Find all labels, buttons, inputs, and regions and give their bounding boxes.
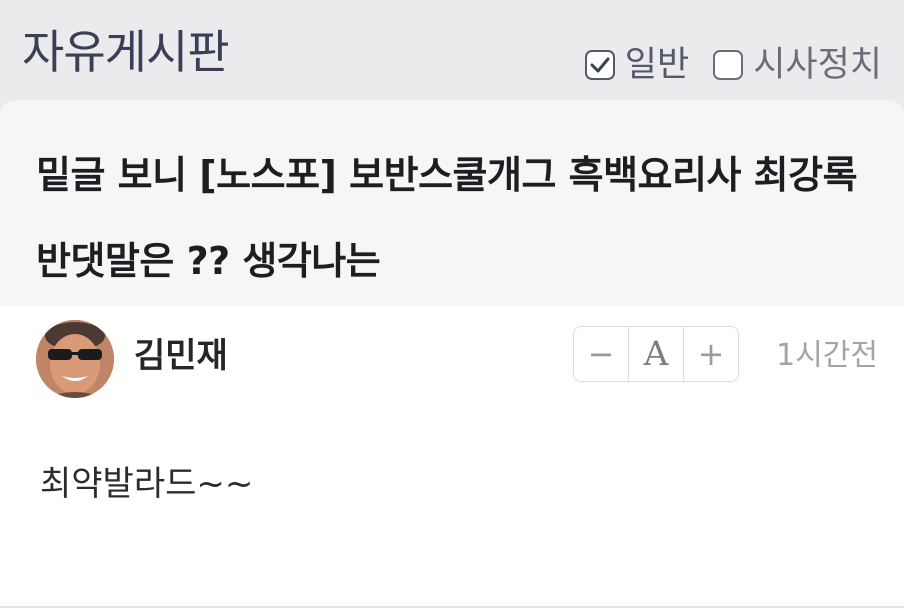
avatar[interactable] <box>36 320 114 398</box>
post-title-card: 밑글 보니 [노스포] 보반스쿨개그 흑백요리사 최강록 반댓말은 ?? 생각나… <box>0 100 904 306</box>
avatar-image <box>36 320 114 398</box>
font-reset-button[interactable]: A <box>628 327 683 381</box>
divider <box>0 606 904 608</box>
post-title: 밑글 보니 [노스포] 보반스쿨개그 흑백요리사 최강록 반댓말은 ?? 생각나… <box>36 153 858 283</box>
filter-general[interactable]: 일반 <box>584 42 690 88</box>
font-size-control: − A + <box>573 326 739 382</box>
checkbox-unchecked-icon[interactable] <box>713 50 744 80</box>
filter-politics-label: 시사정치 <box>753 45 882 85</box>
font-decrease-button[interactable]: − <box>574 327 628 381</box>
checkbox-checked-icon[interactable] <box>584 50 615 80</box>
font-increase-button[interactable]: + <box>683 327 738 381</box>
filter-politics[interactable]: 시사정치 <box>713 42 882 88</box>
category-filters: 일반 시사정치 <box>561 42 882 88</box>
post-content-area: 김민재 − A + 1시간전 최약발라드~~ <box>0 306 904 610</box>
post-timestamp: 1시간전 <box>776 338 878 373</box>
board-title: 자유게시판 <box>22 25 230 79</box>
filter-general-label: 일반 <box>624 45 690 85</box>
board-header: 자유게시판 일반 시사정치 <box>0 0 904 100</box>
post-body: 최약발라드~~ <box>40 464 254 504</box>
author-name[interactable]: 김민재 <box>134 334 228 378</box>
